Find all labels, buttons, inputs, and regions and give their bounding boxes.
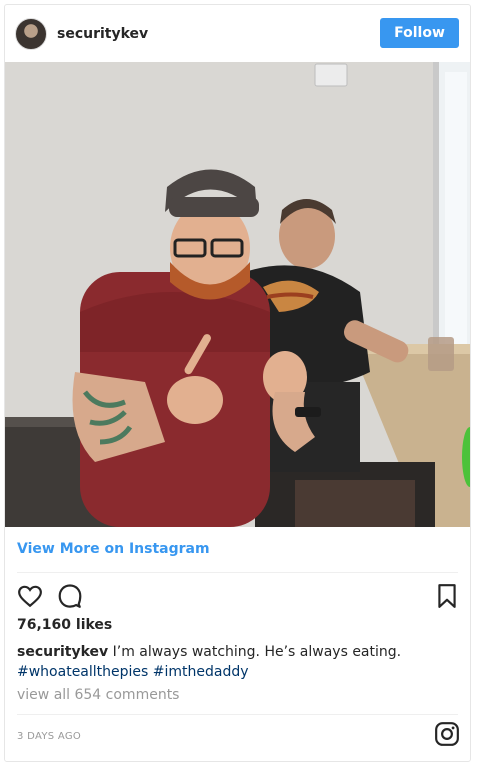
username[interactable]: securitykev <box>57 26 148 42</box>
post-photo[interactable] <box>5 62 470 527</box>
caption-username[interactable]: securitykev <box>17 644 108 660</box>
timestamp: 3 DAYS AGO <box>17 731 82 742</box>
bookmark-icon[interactable] <box>436 583 458 609</box>
comment-icon[interactable] <box>57 583 83 609</box>
caption-text: I’m always watching. He’s always eating. <box>112 644 402 660</box>
divider <box>17 714 458 715</box>
view-more-link[interactable]: View More on Instagram <box>17 541 210 557</box>
heart-icon[interactable] <box>17 583 43 609</box>
caption: securitykev I’m always watching. He’s al… <box>17 642 457 682</box>
action-bar <box>15 583 460 611</box>
photo-illustration <box>5 62 470 527</box>
avatar[interactable] <box>15 18 47 50</box>
view-comments-link[interactable]: view all 654 comments <box>17 687 179 703</box>
follow-button[interactable]: Follow <box>380 18 459 48</box>
like-count[interactable]: 76,160 likes <box>17 617 112 633</box>
post-header: securitykev Follow <box>5 5 470 63</box>
hashtag-link[interactable]: #whoateallthepies <box>17 664 148 680</box>
divider <box>17 572 458 573</box>
instagram-icon[interactable] <box>434 721 460 747</box>
hashtag-link[interactable]: #imthedaddy <box>153 664 249 680</box>
instagram-embed-card: securitykev Follow View More on Instagra… <box>4 4 471 762</box>
